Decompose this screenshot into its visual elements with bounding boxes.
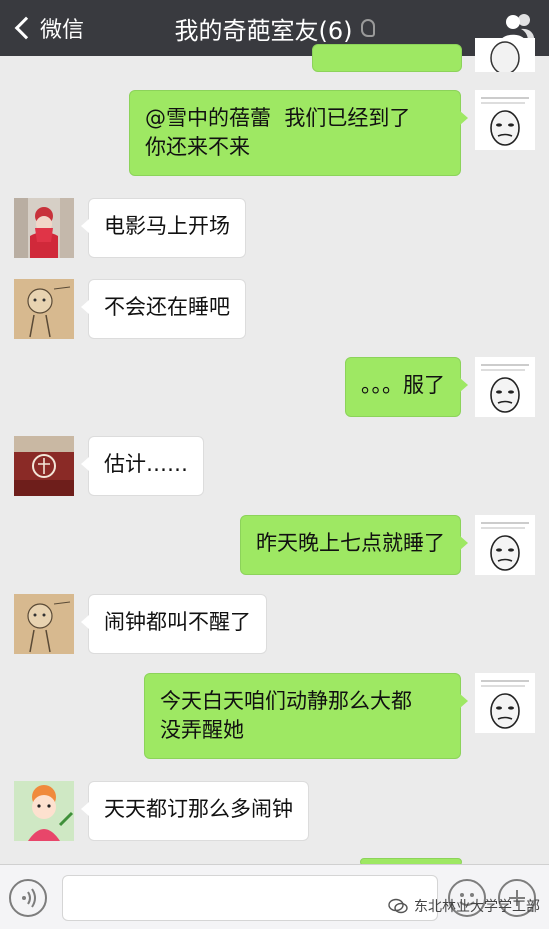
message-bubble[interactable]: 闹钟都叫不醒了	[81, 594, 267, 654]
meme-face-avatar[interactable]	[475, 515, 535, 575]
message-bubble[interactable]: 电影马上开场	[81, 198, 246, 258]
partial-sent-bubble-top[interactable]	[312, 44, 462, 72]
cartoon-sketch-avatar[interactable]	[14, 594, 74, 654]
received-message: 电影马上开场	[14, 198, 246, 258]
message-bubble[interactable]: 天天都订那么多闹钟	[81, 781, 309, 841]
received-message: 不会还在睡吧	[14, 279, 246, 339]
received-message: 闹钟都叫不醒了	[14, 594, 267, 654]
message-bubble[interactable]: 。。。服了	[345, 357, 468, 417]
meme-face-avatar[interactable]	[475, 38, 535, 72]
received-message: 天天都订那么多闹钟	[14, 781, 309, 841]
earpiece-mode-icon	[360, 19, 375, 37]
chevron-left-icon	[14, 16, 38, 40]
message-bubble[interactable]: @雪中的蓓蕾 我们已经到了 你还来不来	[129, 90, 468, 176]
watermark-text: 东北林业大学学工部	[414, 899, 540, 915]
chat-title: 我的奇葩室友(6)	[174, 16, 353, 45]
back-button[interactable]: 微信	[8, 8, 84, 48]
message-bubble[interactable]: 今天白天咱们动静那么大都 没弄醒她	[144, 673, 468, 759]
sent-message: 昨天晚上七点就睡了	[240, 515, 535, 575]
voice-input-button[interactable]	[9, 879, 47, 917]
message-input[interactable]	[62, 875, 438, 921]
sent-message: 。。。服了	[345, 357, 535, 417]
meme-face-avatar[interactable]	[475, 357, 535, 417]
wechat-logo-icon	[388, 898, 408, 914]
sent-message: @雪中的蓓蕾 我们已经到了 你还来不来	[129, 90, 535, 176]
cartoon-girl-avatar[interactable]	[14, 781, 74, 841]
meme-face-avatar[interactable]	[475, 673, 535, 733]
voice-icon	[22, 888, 36, 908]
received-message: 估计……	[14, 436, 204, 496]
message-bubble[interactable]: 估计……	[81, 436, 204, 496]
girl-red-scarf-avatar[interactable]	[14, 198, 74, 258]
red-stamp-avatar[interactable]	[14, 436, 74, 496]
back-label: 微信	[40, 18, 85, 43]
sent-message: 今天白天咱们动静那么大都 没弄醒她	[144, 673, 535, 759]
nav-bar: 微信 我的奇葩室友(6)	[0, 0, 549, 56]
cartoon-sketch-avatar[interactable]	[14, 279, 74, 339]
message-bubble[interactable]: 昨天晚上七点就睡了	[240, 515, 468, 575]
watermark: 东北林业大学学工部	[388, 896, 540, 916]
meme-face-avatar[interactable]	[475, 90, 535, 150]
message-bubble[interactable]: 不会还在睡吧	[81, 279, 246, 339]
